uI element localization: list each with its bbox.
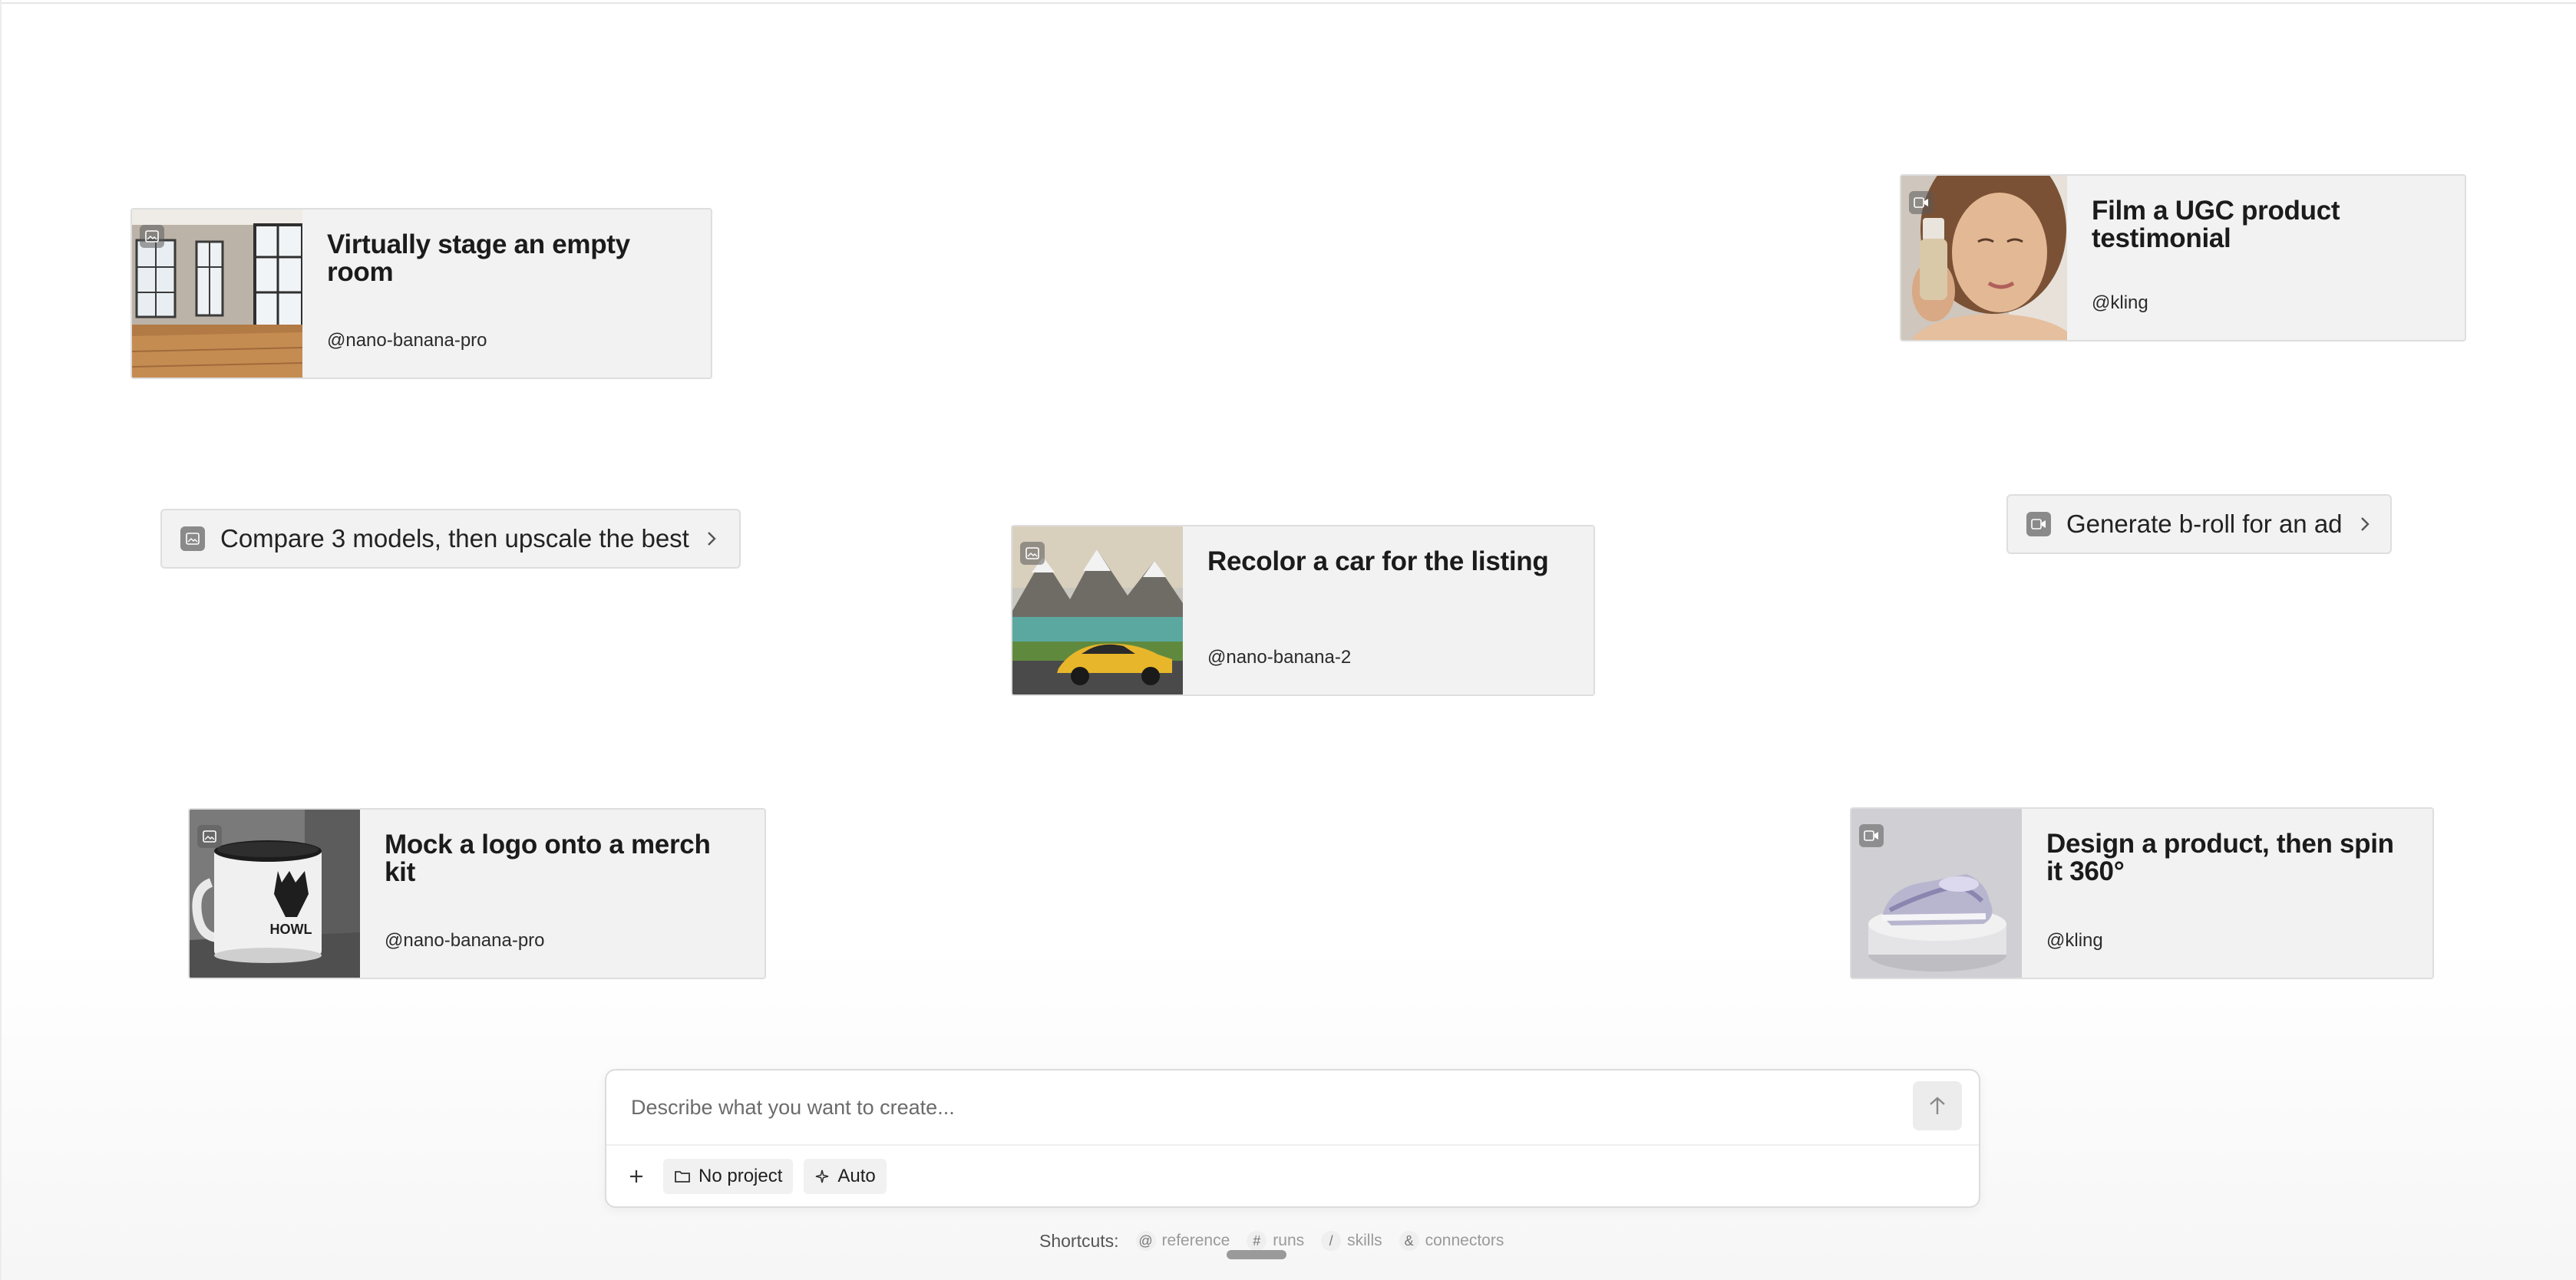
shortcut-key: @ — [1135, 1231, 1156, 1251]
arrow-up-icon — [1930, 1097, 1945, 1114]
car-thumbnail — [1012, 526, 1183, 694]
project-label: No project — [698, 1166, 783, 1186]
svg-text:HOWL: HOWL — [270, 922, 312, 937]
send-button[interactable] — [1913, 1081, 1962, 1130]
suggestion-chip-generate-broll[interactable]: Generate b-roll for an ad — [2006, 494, 2392, 554]
shortcuts-label: Shortcuts: — [1039, 1230, 1119, 1251]
shortcut-label: runs — [1273, 1232, 1305, 1249]
plus-icon — [630, 1170, 642, 1183]
sparkle-icon — [816, 1169, 829, 1183]
shortcut-skills[interactable]: / skills — [1321, 1231, 1382, 1251]
folder-icon — [675, 1171, 690, 1183]
shortcut-connectors[interactable]: & connectors — [1399, 1231, 1504, 1251]
prompt-input[interactable] — [629, 1086, 1876, 1129]
shortcut-runs[interactable]: # runs — [1247, 1231, 1304, 1251]
shortcut-label: reference — [1161, 1232, 1230, 1249]
model-handle: @kling — [2092, 292, 2148, 313]
card-title: Recolor a car for the listing — [1207, 546, 1549, 576]
shortcut-key: # — [1247, 1231, 1267, 1251]
suggestion-card-product-360[interactable]: Design a product, then spin it 360° @kli… — [1850, 807, 2434, 979]
mode-selector[interactable]: Auto — [804, 1159, 887, 1194]
chip-label: Generate b-roll for an ad — [2066, 510, 2343, 538]
chip-label: Compare 3 models, then upscale the best — [220, 524, 689, 553]
card-body: Design a product, then spin it 360° @kli… — [2022, 809, 2432, 978]
model-handle: @kling — [2046, 930, 2103, 951]
suggestion-card-stage-room[interactable]: Virtually stage an empty room @nano-bana… — [130, 208, 712, 379]
shortcut-label: skills — [1347, 1232, 1382, 1249]
shortcut-key: / — [1321, 1231, 1342, 1251]
suggestion-card-merch-kit[interactable]: HOWL Mock a logo onto a merch kit @nano-… — [188, 808, 766, 979]
shortcut-label: connectors — [1425, 1232, 1504, 1249]
card-body: Film a UGC product testimonial @kling — [2067, 176, 2465, 340]
project-selector[interactable]: No project — [663, 1159, 794, 1194]
add-attachment-button[interactable] — [620, 1159, 652, 1194]
room-thumbnail — [132, 209, 302, 378]
top-divider — [0, 0, 2576, 4]
model-handle: @nano-banana-pro — [327, 330, 487, 351]
card-title: Mock a logo onto a merch kit — [385, 830, 711, 887]
card-body: Virtually stage an empty room @nano-bana… — [302, 209, 711, 378]
suggestion-card-recolor-car[interactable]: Recolor a car for the listing @nano-bana… — [1011, 525, 1595, 696]
card-title: Virtually stage an empty room — [327, 229, 630, 287]
composer-toolbar: No project Auto — [620, 1157, 887, 1196]
video-icon — [2026, 512, 2051, 536]
shortcut-reference[interactable]: @ reference — [1135, 1231, 1230, 1251]
sneaker-thumbnail — [1851, 809, 2022, 978]
ugc-thumbnail — [1901, 176, 2067, 340]
mug-thumbnail: HOWL — [190, 810, 360, 978]
model-handle: @nano-banana-2 — [1207, 647, 1352, 668]
image-icon — [197, 825, 222, 848]
suggestion-card-ugc-testimonial[interactable]: Film a UGC product testimonial @kling — [1900, 174, 2466, 341]
video-icon — [1909, 191, 1934, 214]
image-icon — [140, 225, 164, 248]
chevron-right-icon — [706, 530, 717, 547]
suggestion-chip-compare-models[interactable]: Compare 3 models, then upscale the best — [160, 509, 741, 569]
card-body: Recolor a car for the listing @nano-bana… — [1183, 526, 1593, 694]
chevron-right-icon — [2360, 516, 2370, 533]
scroll-handle[interactable] — [1227, 1250, 1286, 1259]
card-title: Film a UGC product testimonial — [2092, 196, 2340, 253]
video-icon — [1859, 824, 1884, 847]
image-icon — [1020, 542, 1045, 565]
image-icon — [180, 526, 205, 551]
left-edge — [0, 0, 2, 1280]
model-handle: @nano-banana-pro — [385, 930, 545, 951]
prompt-composer: No project Auto — [605, 1069, 1980, 1208]
mode-label: Auto — [837, 1166, 876, 1186]
card-body: Mock a logo onto a merch kit @nano-banan… — [360, 810, 765, 978]
composer-input-row — [606, 1071, 1979, 1146]
shortcut-key: & — [1399, 1231, 1419, 1251]
card-title: Design a product, then spin it 360° — [2046, 829, 2394, 886]
